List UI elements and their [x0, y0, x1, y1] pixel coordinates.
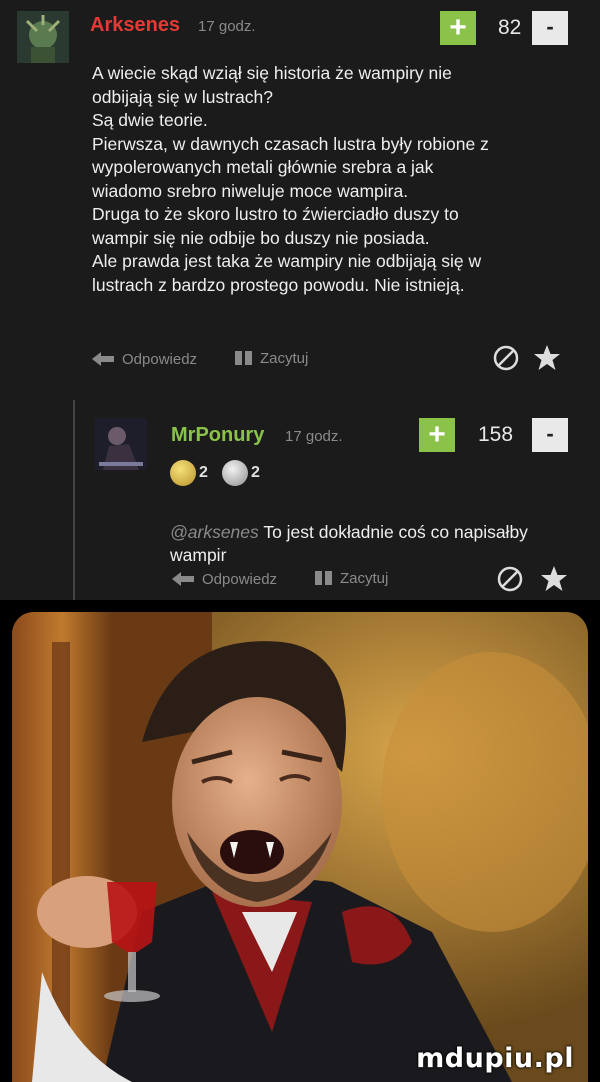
reply-arrow-icon: [172, 572, 194, 586]
report-icon[interactable]: [497, 566, 523, 592]
quote-icon: [315, 571, 332, 585]
reply-arrow-icon: [92, 352, 114, 366]
comment-body: @arksenes To jest dokładnie coś co napis…: [170, 497, 595, 568]
avatar-image: [95, 418, 147, 470]
star-icon[interactable]: [533, 344, 561, 372]
comment-time: 17 godz.: [285, 428, 343, 445]
thread-line: [73, 400, 75, 600]
downvote-button[interactable]: -: [532, 11, 568, 45]
upvote-button[interactable]: +: [419, 418, 455, 452]
watermark: mdupiu.pl: [416, 1043, 574, 1074]
upvote-button[interactable]: +: [440, 11, 476, 45]
comment-time: 17 godz.: [198, 18, 256, 35]
reply-label: Odpowiedz: [122, 350, 198, 368]
star-icon[interactable]: [540, 565, 568, 593]
reply-label: Odpowiedz: [202, 570, 278, 588]
quote-label: Zacytuj: [340, 569, 389, 587]
vote-count: 82: [498, 16, 522, 39]
quote-icon: [235, 351, 252, 365]
avatar-image: [17, 11, 69, 63]
laughing-man-picture: [12, 612, 588, 1082]
vote-count: 158: [478, 423, 514, 446]
mention-link[interactable]: @arksenes: [170, 522, 259, 542]
downvote-button[interactable]: -: [532, 418, 568, 452]
quote-button[interactable]: Zacytuj: [314, 569, 388, 587]
badge-icon: [170, 460, 196, 486]
badge-silver: 2: [222, 460, 260, 486]
avatar[interactable]: [17, 11, 69, 63]
meme-image: mdupiu.pl: [12, 612, 588, 1082]
comments-section: Arksenes 17 godz. + 82 - A wiecie skąd w…: [0, 0, 600, 600]
avatar[interactable]: [95, 418, 147, 470]
badge-gold: 2: [170, 460, 208, 486]
badge-count: 2: [251, 464, 260, 481]
reply-button[interactable]: Odpowiedz: [90, 349, 197, 369]
badge-count: 2: [199, 464, 208, 481]
username[interactable]: Arksenes: [90, 14, 180, 37]
username[interactable]: MrPonury: [171, 424, 264, 447]
badge-icon: [222, 460, 248, 486]
comment-body: A wiecie skąd wziął się historia że wamp…: [92, 63, 489, 295]
quote-label: Zacytuj: [260, 349, 309, 367]
report-icon[interactable]: [493, 345, 519, 371]
quote-button[interactable]: Zacytuj: [234, 349, 308, 367]
reply-button[interactable]: Odpowiedz: [170, 569, 277, 589]
